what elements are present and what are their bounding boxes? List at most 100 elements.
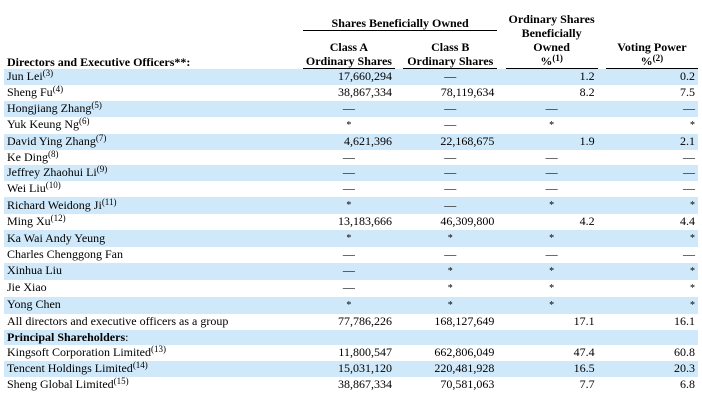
ownership-percent: 1.2 <box>505 68 598 85</box>
ownership-header-line-2: Beneficially <box>521 26 582 40</box>
class-b-shares: * <box>403 280 497 297</box>
asterisk-mark: * <box>346 299 352 311</box>
table-row: Xinhua Liu — * * * <box>4 262 698 280</box>
ownership-percent: * <box>505 197 598 215</box>
table-row: Richard Weidong Ji(11) * — * * <box>4 197 698 215</box>
value: 7.5 <box>680 84 695 99</box>
footnote-ref: (5) <box>91 100 102 110</box>
value: 4.2 <box>579 214 595 229</box>
dash-mark: — <box>444 165 457 180</box>
asterisk-mark: * <box>690 200 695 212</box>
holder-name: All directors and executive officers as … <box>7 313 229 328</box>
class-a-shares: 15,031,120 <box>302 361 395 378</box>
value: 38,867,334 <box>337 377 392 392</box>
class-b-shares: * <box>403 230 498 247</box>
class-a-shares: — <box>302 100 395 117</box>
footnote-ref: (3) <box>42 68 54 78</box>
beneficial-ownership-table: Shares Beneficially Owned Ordinary Share… <box>4 12 698 393</box>
holder-name: Jie Xiao <box>7 280 47 295</box>
holder-name: Sheng Global Limited(15) <box>7 377 129 392</box>
ownership-percent: 1.9 <box>505 133 598 150</box>
value: 662,806,049 <box>434 345 495 360</box>
asterisk-mark: * <box>549 200 555 212</box>
voting-percent: * <box>605 262 698 280</box>
footnote-ref: (12) <box>50 214 66 224</box>
dash-mark: — <box>444 181 457 196</box>
asterisk-mark: * <box>346 233 352 245</box>
ownership-percent: * <box>506 117 598 134</box>
dash-mark: — <box>545 100 558 115</box>
holder-name: Ke Ding(8) <box>7 149 59 164</box>
class-a-shares: 4,621,396 <box>302 133 395 150</box>
footnote-ref: (9) <box>96 165 108 175</box>
header-row-1: Shares Beneficially Owned Ordinary Share… <box>4 12 698 69</box>
class-a-shares: 17,660,294 <box>302 68 395 85</box>
table-row: Jeffrey Zhaohui Li(9) — — — — <box>4 165 698 182</box>
class-b-shares: * <box>403 296 498 314</box>
dash-mark: — <box>444 246 457 261</box>
holder-name: Kingsoft Corporation Limited(13) <box>7 345 166 360</box>
dash-mark: — <box>545 149 558 164</box>
value: 15,031,120 <box>337 361 392 376</box>
footnote-ref: (10) <box>45 181 61 191</box>
ownership-percent: — <box>505 165 598 182</box>
class-b-shares: — <box>403 165 498 182</box>
holder-name: Tencent Holdings Limited(14) <box>4 361 303 378</box>
voting-header-line-1: Voting Power <box>617 40 687 54</box>
ownership-percent: 16.5 <box>505 361 598 378</box>
holder-name: Xinhua Liu <box>4 262 303 280</box>
holder-name: Yuk Keung Ng(6) <box>7 116 90 132</box>
dash-mark: — <box>444 149 457 164</box>
asterisk-mark: * <box>690 282 695 294</box>
value: 60.8 <box>674 345 695 360</box>
dash-mark: — <box>683 149 695 164</box>
voting-percent: 0.2 <box>605 68 698 85</box>
asterisk-mark: * <box>549 233 555 245</box>
holder-name: Jun Lei(3) <box>4 68 303 85</box>
voting-percent: 2.1 <box>605 133 698 150</box>
value: 78,119,634 <box>440 84 495 99</box>
dash-mark: — <box>444 100 457 115</box>
dash-mark: — <box>545 246 558 261</box>
voting-percent: * <box>606 117 698 134</box>
class-a-shares: — <box>303 247 395 263</box>
value: 6.8 <box>680 377 695 392</box>
shares-beneficially-owned-header: Shares Beneficially Owned <box>302 12 498 32</box>
ownership-percent: 8.2 <box>506 85 598 101</box>
dash-mark: — <box>444 197 457 212</box>
holder-name: Richard Weidong Ji(11) <box>4 197 303 215</box>
class-b-shares: — <box>403 150 497 166</box>
voting-percent: * <box>605 296 698 314</box>
holder-name: Wei Liu(10) <box>7 181 61 196</box>
class-a-shares: — <box>302 262 395 280</box>
voting-percent: — <box>605 100 698 117</box>
dash-mark: — <box>683 100 695 115</box>
voting-percent: — <box>606 247 698 263</box>
class-a-shares: 11,800,547 <box>303 345 395 361</box>
asterisk-mark: * <box>346 200 352 212</box>
footnote-ref: (11) <box>101 197 117 207</box>
dash-mark: — <box>545 165 558 180</box>
value: 4.4 <box>680 214 695 229</box>
voting-percent: * <box>605 197 698 215</box>
ownership-percent: * <box>505 230 598 247</box>
ownership-header-line-1: Ordinary Shares <box>508 12 595 26</box>
holder-name: David Ying Zhang(7) <box>4 133 303 150</box>
holder-name: Ming Xu(12) <box>7 214 66 229</box>
table-row: David Ying Zhang(7) 4,621,396 22,168,675 1.… <box>4 133 698 150</box>
value: 11,800,547 <box>338 345 392 360</box>
value: 70,581,063 <box>440 377 495 392</box>
class-b-shares: 220,481,928 <box>403 361 498 378</box>
asterisk-mark: * <box>549 299 555 311</box>
asterisk-mark: * <box>346 119 352 131</box>
principal-shareholders-label: Principal Shareholders: <box>4 329 303 346</box>
asterisk-mark: * <box>690 233 695 245</box>
principal-shareholders-row: Principal Shareholders: <box>4 329 698 346</box>
holder-name: Ka Wai Andy Yeung <box>4 230 303 247</box>
table-row: Charles Chenggong Fan — — — — <box>4 247 698 263</box>
voting-percent: 20.3 <box>605 361 698 378</box>
holder-name: Yong Chen <box>4 296 303 314</box>
class-b-shares: 46,309,800 <box>403 214 497 230</box>
ownership-percent: — <box>506 181 598 197</box>
class-a-header: Class A Ordinary Shares <box>302 30 395 69</box>
